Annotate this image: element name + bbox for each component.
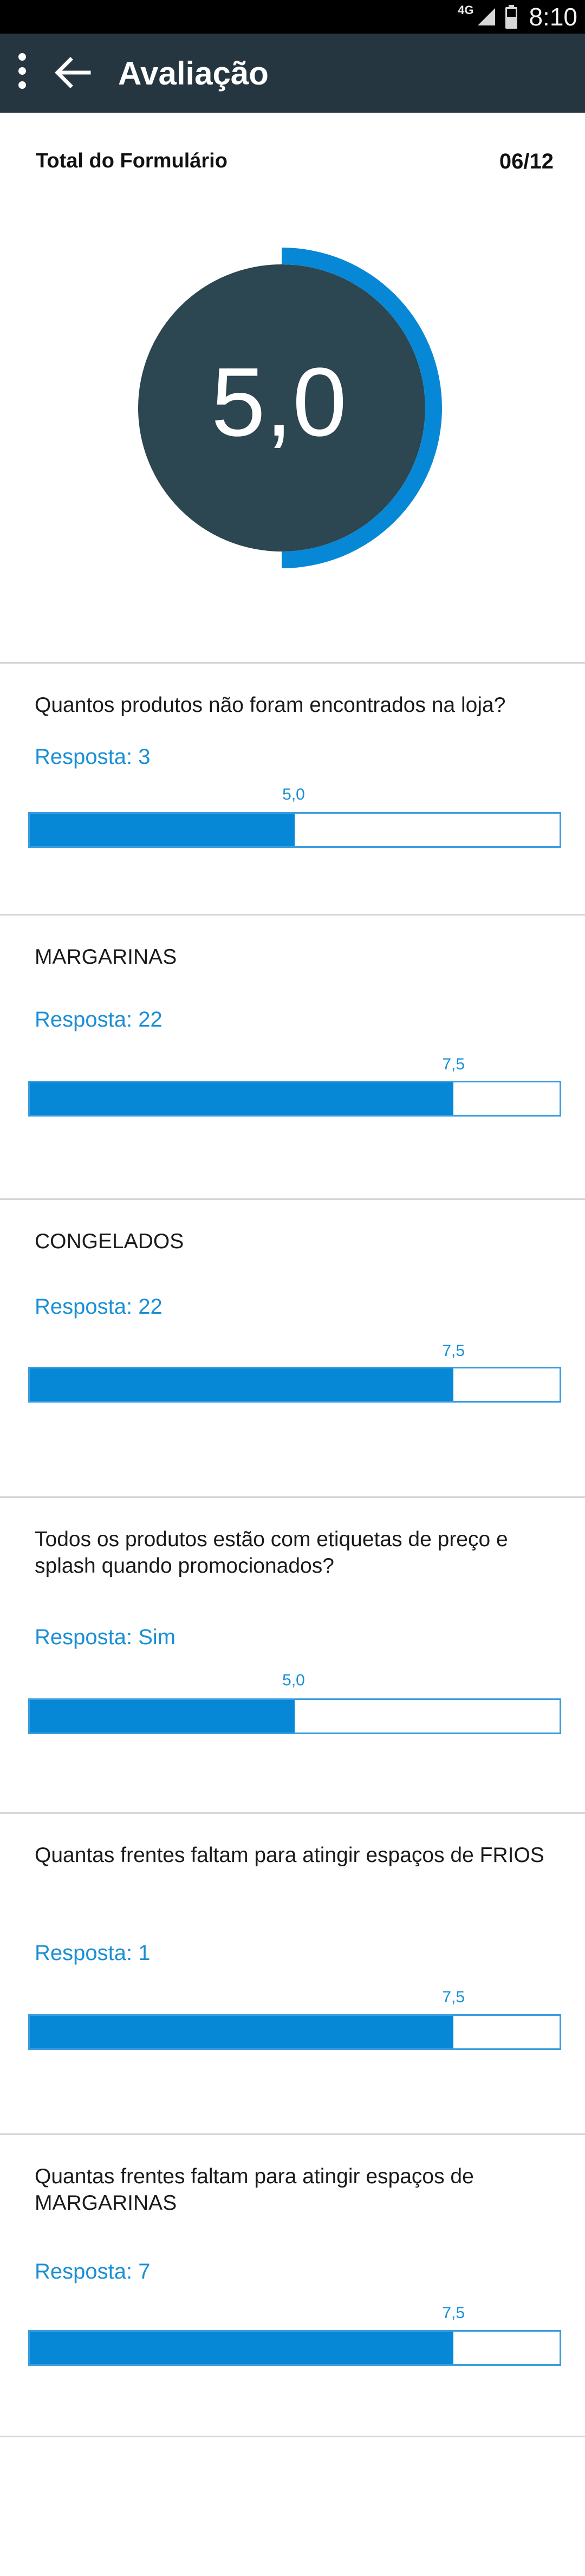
- answer-text: Resposta: 22: [35, 1295, 162, 1319]
- question-card: MARGARINAS Resposta: 22 7,5: [0, 916, 585, 1198]
- score-bar-fill: [30, 814, 295, 846]
- score-bar: [28, 1367, 561, 1403]
- score-bar-fill: [30, 1082, 454, 1115]
- score-label: 5,0: [282, 786, 305, 803]
- divider: [0, 2436, 585, 2437]
- question-card: CONGELADOS Resposta: 22 7,5: [0, 1200, 585, 1496]
- question-text: Quantas frentes faltam para atingir espa…: [35, 2165, 474, 2215]
- score-label: 7,5: [442, 1988, 465, 2006]
- question-text: MARGARINAS: [35, 945, 177, 969]
- status-icons: 4G 8:10: [458, 2, 577, 31]
- form-summary: Total do Formulário 06/12 5,0: [0, 113, 585, 663]
- score-bar-fill: [30, 2332, 454, 2364]
- question-card: Quantos produtos não foram encontrados n…: [0, 664, 585, 914]
- score-label: 5,0: [282, 1671, 305, 1689]
- answer-text: Resposta: Sim: [35, 1625, 176, 1649]
- question-card: Quantas frentes faltam para atingir espa…: [0, 2135, 585, 2436]
- back-arrow-icon[interactable]: [54, 56, 91, 89]
- battery-icon: [505, 5, 518, 29]
- network-type: 4G: [458, 3, 474, 17]
- score-label: 7,5: [442, 2304, 465, 2322]
- score-bar: [28, 812, 561, 848]
- app-bar: Avaliação: [0, 34, 585, 113]
- score-bar: [28, 2014, 561, 2050]
- summary-count: 06/12: [499, 150, 554, 173]
- overflow-menu-icon[interactable]: [13, 53, 31, 94]
- answer-text: Resposta: 7: [35, 2260, 151, 2283]
- page-title: Avaliação: [118, 55, 269, 92]
- answer-text: Resposta: 3: [35, 745, 151, 769]
- clock: 8:10: [529, 3, 577, 31]
- answer-text: Resposta: 1: [35, 1941, 151, 1965]
- answer-text: Resposta: 22: [35, 1008, 162, 1031]
- score-value: 5,0: [211, 348, 347, 457]
- score-bar: [28, 1081, 561, 1117]
- question-text: Quantos produtos não foram encontrados n…: [35, 693, 506, 717]
- question-card: Todos os produtos estão com etiquetas de…: [0, 1498, 585, 1812]
- score-bar-fill: [30, 2016, 454, 2048]
- question-text: Todos os produtos estão com etiquetas de…: [35, 1528, 508, 1578]
- question-text: CONGELADOS: [35, 1230, 184, 1253]
- signal-icon: [478, 8, 496, 25]
- question-text: Quantas frentes faltam para atingir espa…: [35, 1844, 544, 1867]
- score-bar-fill: [30, 1700, 295, 1733]
- question-card: Quantas frentes faltam para atingir espa…: [0, 1814, 585, 2133]
- score-bar: [28, 2330, 561, 2366]
- score-label: 7,5: [442, 1055, 465, 1073]
- score-bar: [28, 1698, 561, 1734]
- summary-label: Total do Formulário: [36, 150, 227, 172]
- score-label: 7,5: [442, 1342, 465, 1360]
- status-bar: 4G 8:10: [0, 0, 585, 34]
- score-bar-fill: [30, 1368, 454, 1401]
